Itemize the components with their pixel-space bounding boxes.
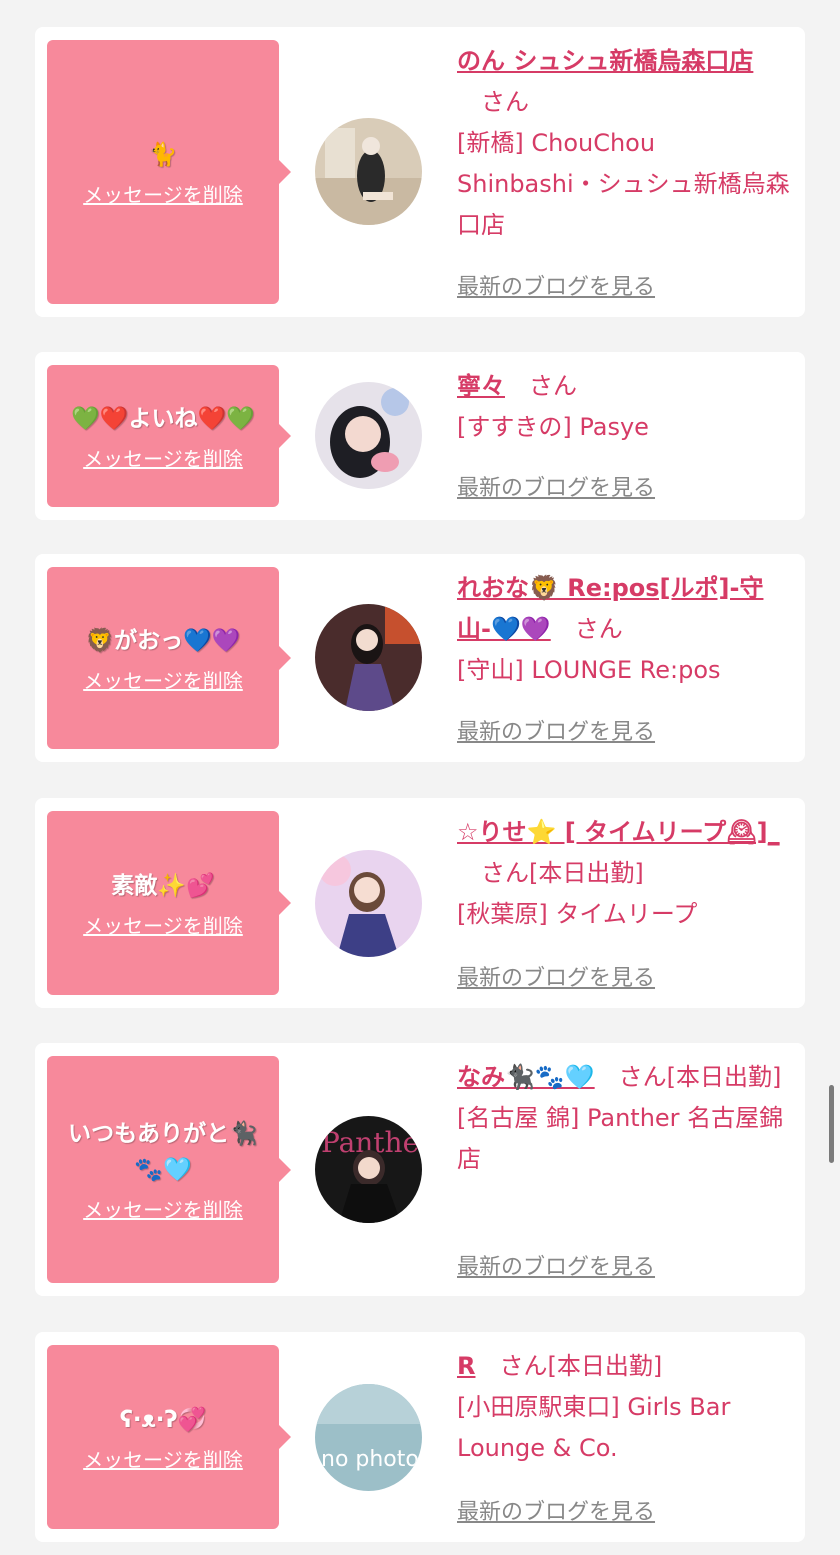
- shop-name: [守山] LOUNGE Re:pos: [457, 656, 721, 684]
- avatar-photo-1: [315, 118, 422, 225]
- favorite-card: ʕ·ᴥ·ʔ💞 メッセージを削除 no photo R さん[本日出勤] [小田原駅…: [35, 1332, 805, 1542]
- avatar-photo-3: [315, 604, 422, 711]
- shop-name: [秋葉原] タイムリープ: [457, 900, 698, 928]
- avatar-photo-5: Panther: [315, 1116, 422, 1223]
- latest-blog-link[interactable]: 最新のブログを見る: [457, 1249, 655, 1281]
- message-bubble: 素敵✨💕 メッセージを削除: [47, 811, 291, 995]
- card-info: なみ🐈‍⬛🐾🩵 さん[本日出勤] [名古屋 錦] Panther 名古屋錦店: [457, 1057, 797, 1180]
- message-text: 🦁がおっ💙💜: [85, 627, 241, 654]
- latest-blog-link[interactable]: 最新のブログを見る: [457, 1494, 655, 1526]
- no-photo-placeholder: no photo: [315, 1384, 422, 1491]
- delete-message-link[interactable]: メッセージを削除: [83, 1444, 243, 1473]
- delete-message-link[interactable]: メッセージを削除: [83, 179, 243, 208]
- honorific: さん: [481, 859, 529, 887]
- message-text: 🐈: [148, 141, 178, 168]
- message-bubble: いつもありがと🐈‍⬛🐾🩵 メッセージを削除: [47, 1056, 291, 1283]
- avatar[interactable]: no photo: [315, 1384, 422, 1491]
- card-info: 寧々 さん [すすきの] Pasye: [457, 366, 797, 448]
- message-bubble: 🐈 メッセージを削除: [47, 40, 291, 304]
- avatar-photo-4: [315, 850, 422, 957]
- shop-name: [小田原駅東口] Girls Bar Lounge & Co.: [457, 1393, 731, 1462]
- honorific: さん: [574, 615, 623, 643]
- favorite-card: いつもありがと🐈‍⬛🐾🩵 メッセージを削除 Panther なみ🐈‍⬛🐾🩵 さん[…: [35, 1043, 805, 1296]
- message-text: 素敵✨💕: [111, 872, 215, 899]
- cast-name-link[interactable]: R: [457, 1352, 475, 1380]
- shop-name: [名古屋 錦] Panther 名古屋錦店: [457, 1104, 784, 1173]
- delete-message-link[interactable]: メッセージを削除: [83, 665, 243, 694]
- message-text: 💚❤️よいね❤️💚: [71, 405, 255, 432]
- cast-name-link[interactable]: 寧々: [457, 372, 505, 400]
- avatar[interactable]: [315, 604, 422, 711]
- delete-message-link[interactable]: メッセージを削除: [83, 910, 243, 939]
- status-badge: [本日出勤]: [547, 1352, 663, 1380]
- card-info: R さん[本日出勤] [小田原駅東口] Girls Bar Lounge & Co…: [457, 1346, 797, 1469]
- latest-blog-link[interactable]: 最新のブログを見る: [457, 960, 655, 992]
- avatar[interactable]: [315, 382, 422, 489]
- favorite-card: 🦁がおっ💙💜 メッセージを削除 れおな🦁 Re:pos[ルポ]-守山-💙💜 さん …: [35, 554, 805, 762]
- honorific: さん: [499, 1352, 548, 1380]
- message-bubble: ʕ·ᴥ·ʔ💞 メッセージを削除: [47, 1345, 291, 1529]
- cast-name-link[interactable]: のん シュシュ新橋烏森口店: [457, 47, 753, 75]
- status-badge: [本日出勤]: [666, 1063, 782, 1091]
- shop-name: [すすきの] Pasye: [457, 413, 649, 441]
- avatar[interactable]: [315, 850, 422, 957]
- latest-blog-link[interactable]: 最新のブログを見る: [457, 714, 655, 746]
- cast-name-link[interactable]: ☆りせ⭐️ [ タイムリープ🕰]_: [457, 818, 780, 846]
- avatar[interactable]: [315, 118, 422, 225]
- latest-blog-link[interactable]: 最新のブログを見る: [457, 269, 655, 301]
- favorite-card: 💚❤️よいね❤️💚 メッセージを削除 寧々 さん [すすきの] Pasye 最新の…: [35, 352, 805, 520]
- card-info: れおな🦁 Re:pos[ルポ]-守山-💙💜 さん [守山] LOUNGE Re:p…: [457, 568, 797, 691]
- card-info: ☆りせ⭐️ [ タイムリープ🕰]_ さん[本日出勤] [秋葉原] タイムリープ: [457, 812, 797, 935]
- status-badge: [本日出勤]: [529, 859, 644, 887]
- card-info: のん シュシュ新橋烏森口店さん [新橋] ChouChou Shinbashi・…: [457, 41, 797, 246]
- shop-name: [新橋] ChouChou Shinbashi・シュシュ新橋烏森口店: [457, 129, 790, 239]
- avatar[interactable]: Panther: [315, 1116, 422, 1223]
- favorite-card: 🐈 メッセージを削除 のん シュシュ新橋烏森口店さん [新橋] ChouChou…: [35, 27, 805, 317]
- favorite-card: 素敵✨💕 メッセージを削除 ☆りせ⭐️ [ タイムリープ🕰]_ さん[本日出勤] …: [35, 798, 805, 1008]
- scrollbar[interactable]: [829, 1085, 834, 1163]
- honorific: さん: [529, 372, 577, 400]
- delete-message-link[interactable]: メッセージを削除: [83, 1194, 243, 1223]
- message-text: いつもありがと🐈‍⬛🐾🩵: [68, 1121, 258, 1183]
- honorific: さん: [481, 88, 529, 116]
- cast-name-link[interactable]: なみ🐈‍⬛🐾🩵: [457, 1063, 595, 1091]
- avatar-text: no photo: [321, 1447, 419, 1472]
- message-bubble: 🦁がおっ💙💜 メッセージを削除: [47, 567, 291, 749]
- avatar-photo-2: [315, 382, 422, 489]
- latest-blog-link[interactable]: 最新のブログを見る: [457, 470, 655, 502]
- message-text: ʕ·ᴥ·ʔ💞: [119, 1406, 207, 1433]
- honorific: さん: [618, 1063, 667, 1091]
- delete-message-link[interactable]: メッセージを削除: [83, 443, 243, 472]
- message-bubble: 💚❤️よいね❤️💚 メッセージを削除: [47, 365, 291, 507]
